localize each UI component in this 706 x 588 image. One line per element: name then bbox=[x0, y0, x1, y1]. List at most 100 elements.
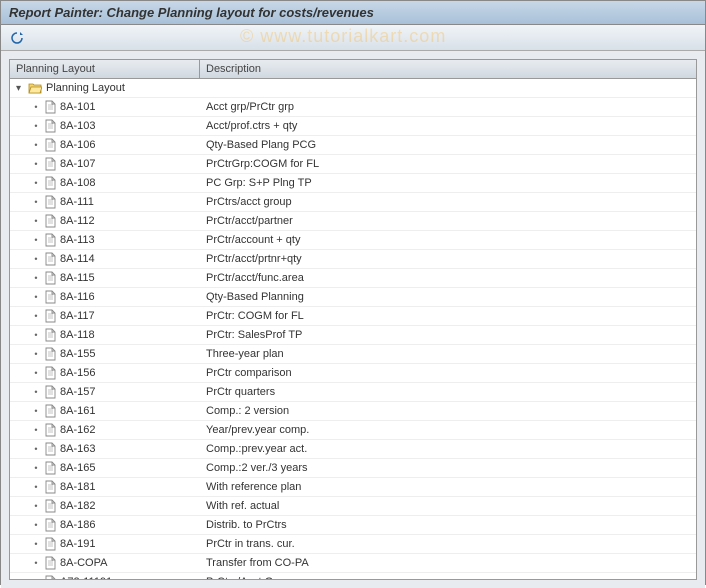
bullet-icon: • bbox=[32, 368, 40, 378]
bullet-icon: • bbox=[32, 197, 40, 207]
layout-code: 8A-118 bbox=[60, 329, 95, 341]
table-row[interactable]: •8A-165Comp.:2 ver./3 years bbox=[10, 459, 696, 478]
column-header-layout[interactable]: Planning Layout bbox=[10, 60, 200, 78]
layout-code: 8A-108 bbox=[60, 177, 95, 189]
bullet-icon: • bbox=[32, 121, 40, 131]
table-row[interactable]: •8A-157PrCtr quarters bbox=[10, 383, 696, 402]
bullet-icon: • bbox=[32, 520, 40, 530]
layout-code: 8A-107 bbox=[60, 158, 95, 170]
table-row[interactable]: •8A-117PrCtr: COGM for FL bbox=[10, 307, 696, 326]
tree-table: Planning Layout Description ▾ Planning L… bbox=[9, 59, 697, 580]
table-header: Planning Layout Description bbox=[10, 60, 696, 79]
table-row[interactable]: •8A-111PrCtrs/acct group bbox=[10, 193, 696, 212]
layout-description: PrCtr in trans. cur. bbox=[200, 538, 696, 550]
table-row[interactable]: •8A-191PrCtr in trans. cur. bbox=[10, 535, 696, 554]
table-row[interactable]: •8A-181With reference plan bbox=[10, 478, 696, 497]
layout-description: PrCtr comparison bbox=[200, 367, 696, 379]
layout-description: PrCtr: COGM for FL bbox=[200, 310, 696, 322]
layout-code: 8A-113 bbox=[60, 234, 95, 246]
table-row[interactable]: •8A-103Acct/prof.ctrs + qty bbox=[10, 117, 696, 136]
table-row[interactable]: • 8A-106 Qty-Based Plang PCG bbox=[10, 136, 696, 155]
tree-root-label: Planning Layout bbox=[46, 82, 125, 94]
layout-code: 8A-191 bbox=[60, 538, 95, 550]
layout-description: Comp.: 2 version bbox=[200, 405, 696, 417]
table-row[interactable]: • 8A-156 PrCtr comparison bbox=[10, 364, 696, 383]
table-row[interactable]: •8A-161Comp.: 2 version bbox=[10, 402, 696, 421]
table-row[interactable]: •8A-182With ref. actual bbox=[10, 497, 696, 516]
folder-open-icon bbox=[28, 82, 42, 94]
table-row[interactable]: • 8A-113 PrCtr/account + qty bbox=[10, 231, 696, 250]
table-row[interactable]: •8A-101Acct grp/PrCtr grp bbox=[10, 98, 696, 117]
layout-description: Distrib. to PrCtrs bbox=[200, 519, 696, 531]
window-title-bar: Report Painter: Change Planning layout f… bbox=[1, 1, 705, 25]
layout-description: Year/prev.year comp. bbox=[200, 424, 696, 436]
bullet-icon: • bbox=[32, 254, 40, 264]
layout-code: 8A-116 bbox=[60, 291, 95, 303]
layout-code: 8A-162 bbox=[60, 424, 95, 436]
document-icon bbox=[44, 233, 56, 247]
bullet-icon: • bbox=[32, 102, 40, 112]
table-row[interactable]: •8A-115PrCtr/acct/func.area bbox=[10, 269, 696, 288]
table-row[interactable]: •8A-163Comp.:prev.year act. bbox=[10, 440, 696, 459]
table-row[interactable]: • 8A-186 Distrib. to PrCtrs bbox=[10, 516, 696, 535]
layout-code: 8A-117 bbox=[60, 310, 95, 322]
bullet-icon: • bbox=[32, 558, 40, 568]
layout-description: With reference plan bbox=[200, 481, 696, 493]
document-icon bbox=[44, 480, 56, 494]
layout-code: 8A-106 bbox=[60, 139, 95, 151]
layout-description: Qty-Based Plang PCG bbox=[200, 139, 696, 151]
table-row[interactable]: • 8A-COPA Transfer from CO-PA bbox=[10, 554, 696, 573]
document-icon bbox=[44, 271, 56, 285]
layout-description: Three-year plan bbox=[200, 348, 696, 360]
layout-code: 8A-163 bbox=[60, 443, 95, 455]
table-row[interactable]: •8A-108PC Grp: S+P Plng TP bbox=[10, 174, 696, 193]
table-row[interactable]: •8A-107PrCtrGrp:COGM for FL bbox=[10, 155, 696, 174]
collapse-arrow-icon[interactable]: ▾ bbox=[16, 83, 26, 94]
layout-description: Comp.:prev.year act. bbox=[200, 443, 696, 455]
bullet-icon: • bbox=[32, 501, 40, 511]
layout-code: 8A-COPA bbox=[60, 557, 107, 569]
document-icon bbox=[44, 518, 56, 532]
table-row[interactable]: •A72-11191PrCtrs/Acct Group bbox=[10, 573, 696, 579]
bullet-icon: • bbox=[32, 159, 40, 169]
document-icon bbox=[44, 537, 56, 551]
bullet-icon: • bbox=[32, 577, 40, 579]
tree-root-row[interactable]: ▾ Planning Layout bbox=[10, 79, 696, 98]
bullet-icon: • bbox=[32, 482, 40, 492]
table-row[interactable]: •8A-114PrCtr/acct/prtnr+qty bbox=[10, 250, 696, 269]
layout-description: Transfer from CO-PA bbox=[200, 557, 696, 569]
bullet-icon: • bbox=[32, 216, 40, 226]
document-icon bbox=[44, 404, 56, 418]
table-row[interactable]: •8A-118PrCtr: SalesProf TP bbox=[10, 326, 696, 345]
document-icon bbox=[44, 214, 56, 228]
table-row[interactable]: •8A-112PrCtr/acct/partner bbox=[10, 212, 696, 231]
document-icon bbox=[44, 556, 56, 570]
layout-code: 8A-156 bbox=[60, 367, 95, 379]
document-icon bbox=[44, 100, 56, 114]
table-row[interactable]: •8A-155Three-year plan bbox=[10, 345, 696, 364]
column-header-description[interactable]: Description bbox=[200, 60, 696, 78]
table-body: ▾ Planning Layout •8A-101Acct grp/PrCtr … bbox=[10, 79, 696, 579]
layout-code: 8A-157 bbox=[60, 386, 95, 398]
table-row[interactable]: •8A-116Qty-Based Planning bbox=[10, 288, 696, 307]
table-row[interactable]: •8A-162Year/prev.year comp. bbox=[10, 421, 696, 440]
layout-code: 8A-101 bbox=[60, 101, 95, 113]
layout-code: 8A-186 bbox=[60, 519, 95, 531]
document-icon bbox=[44, 119, 56, 133]
refresh-icon[interactable] bbox=[9, 30, 25, 46]
bullet-icon: • bbox=[32, 406, 40, 416]
bullet-icon: • bbox=[32, 140, 40, 150]
layout-description: PrCtrs/Acct Group bbox=[200, 576, 696, 579]
layout-code: 8A-112 bbox=[60, 215, 95, 227]
layout-description: PrCtr/account + qty bbox=[200, 234, 696, 246]
document-icon bbox=[44, 499, 56, 513]
document-icon bbox=[44, 176, 56, 190]
layout-code: 8A-155 bbox=[60, 348, 95, 360]
bullet-icon: • bbox=[32, 235, 40, 245]
layout-description: PrCtr quarters bbox=[200, 386, 696, 398]
layout-description: Acct/prof.ctrs + qty bbox=[200, 120, 696, 132]
document-icon bbox=[44, 442, 56, 456]
bullet-icon: • bbox=[32, 292, 40, 302]
document-icon bbox=[44, 138, 56, 152]
document-icon bbox=[44, 461, 56, 475]
